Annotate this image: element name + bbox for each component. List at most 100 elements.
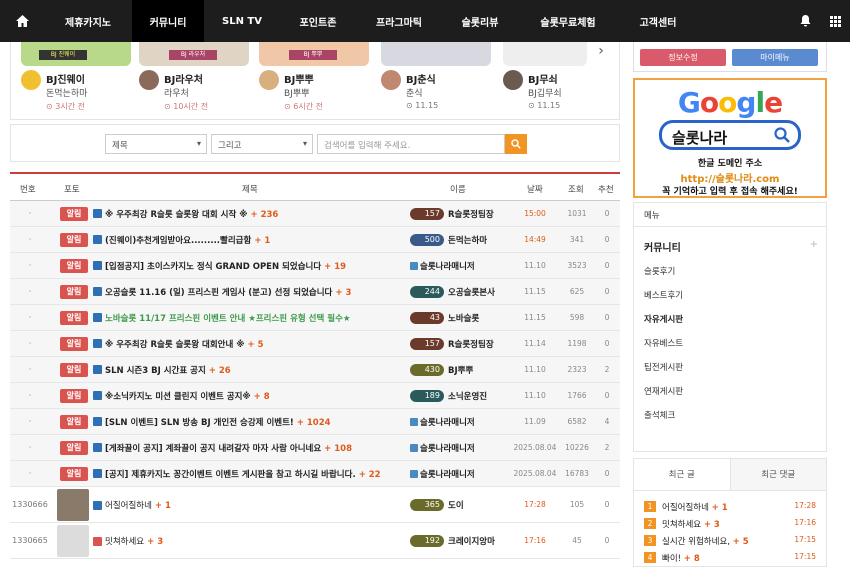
notice-marker: · [28,261,32,270]
menu-item-free-board[interactable]: 자유게시판 [634,308,826,332]
table-row[interactable]: · 알림 SLN 시즌3 BJ 시간표 공지 + 26 430 BJ뿌뿌 11.10 2323… [10,357,620,383]
post-type-icon [93,391,102,400]
search-input[interactable]: 검색어를 입력해 주세요. [317,134,505,154]
author-name[interactable]: 슬롯나라매니저 [420,468,475,480]
table-row[interactable]: · 알림 [공지] 제휴카지노 꽁간이벤트 이벤트 게시판을 참고 하시길 바랍니다… [10,461,620,487]
post-title[interactable]: [SLN 이벤트] SLN 방송 BJ 개인전 승강제 이벤트! + 1024 [105,416,331,428]
search-icon [774,127,790,143]
view-count: 105 [569,500,585,509]
nav-item-community[interactable]: 커뮤니티 [132,0,204,42]
nav-item-free-slot[interactable]: 슬롯무료체험 [518,0,618,42]
list-item[interactable]: 3 실시간 위험하네요, + 5 17:15 [634,532,826,549]
nav-item-slot-review[interactable]: 슬롯리뷰 [442,0,518,42]
bj-card[interactable]: BJ 뿌뿌 BJ뿌뿌 BJ뿌뿌 ⊙ 6시간 전 [259,42,374,118]
list-item[interactable]: 1 어질어질하네 + 1 17:28 [634,498,826,515]
post-number: 1330665 [12,536,48,545]
nav-item-pragmatic[interactable]: 프라그마틱 [356,0,442,42]
menu-item-tip-board[interactable]: 팁전게시판 [634,356,826,380]
post-title[interactable]: [입점공지] 초이스카지노 정식 GRAND OPEN 되었습니다 + 19 [105,260,346,272]
table-row[interactable]: 1330665 밋쳐하세요 + 3 192 크레이지앙마 17:16 45 0 [10,523,620,559]
author-name[interactable]: 도이 [448,499,464,511]
edit-info-button[interactable]: 정보수정 [640,49,726,66]
table-row[interactable]: · 알림 [SLN 이벤트] SLN 방송 BJ 개인전 승강제 이벤트! + 102… [10,409,620,435]
menu-item-series-board[interactable]: 연재게시판 [634,380,826,404]
menu-item-slot-review[interactable]: 슬롯후기 [634,260,826,284]
nav-right [790,0,850,42]
table-row[interactable]: · 알림 [입점공지] 초이스카지노 정식 GRAND OPEN 되었습니다 + 19… [10,253,620,279]
table-row[interactable]: · 알림 ※소닉카지노 미션 클린지 이벤트 공지※ + 8 189 소닉운영진 11.10… [10,383,620,409]
post-title[interactable]: [공지] 제휴카지노 꽁간이벤트 이벤트 게시판을 참고 하시길 바랍니다. + … [105,468,381,480]
author-name[interactable]: R슬롯정팀장 [448,208,494,220]
bj-time: ⊙ 11.15 [528,101,561,110]
search-operator-select[interactable]: 그리고 ▾ [211,134,313,154]
table-row[interactable]: · 알림 (진웨이)추천게임받아요.........빨리급함 + 1 500 돈먹는하마 1… [10,227,620,253]
nav-item-customer-center[interactable]: 고객센터 [618,0,698,42]
author-name[interactable]: 슬롯나라매니저 [420,416,475,428]
view-count: 3523 [567,261,587,270]
post-title[interactable]: [게좌끌이 공지] 계좌끌이 공지 내려갈자 마자 사람 아니네요 + 108 [105,442,352,454]
author-name[interactable]: 돈먹는하마 [448,234,487,246]
ad-line3: 꼭 기억하고 입력 후 접속 해주세요! [662,187,798,197]
table-row[interactable]: · 알림 ※ 우주최강 R슬롯 슬롯왕 대회 시작 ※ + 236 157 R슬롯정팀장 1… [10,201,620,227]
post-title[interactable]: 노바슬롯 11/17 프리스핀 이벤트 안내 ★프리스핀 유형 선택 필수★ [105,312,354,324]
post-thumbnail[interactable] [57,489,89,521]
table-row[interactable]: 1330666 어질어질하네 + 1 365 도이 17:28 105 0 [10,487,620,523]
author-name[interactable]: 슬롯나라매니저 [420,260,475,272]
post-title[interactable]: 어질어질하네 + 1 [105,499,171,511]
menu-item-attendance[interactable]: 출석체크 [634,404,826,428]
bj-card[interactable]: BJ 진웨이 BJ진웨이 돈먹는하마 ⊙ 3시간 전 [21,42,136,118]
top-nav: 제휴카지노 커뮤니티 SLN TV 포인트존 프라그마틱 슬롯리뷰 슬롯무료체험… [0,0,850,42]
menu-header: 메뉴 [634,203,826,227]
author-name[interactable]: BJ뿌뿌 [448,364,473,376]
post-thumbnail[interactable] [57,525,89,557]
post-title[interactable]: (진웨이)추천게임받아요.........빨리급함 + 1 [105,234,270,246]
tab-recent-posts[interactable]: 최근 글 [634,459,731,490]
bj-name: BJ무쇠 [528,75,558,86]
post-title[interactable]: 오공슬롯 11.16 (일) 프리스핀 게임사 (분고) 선정 되었습니다 + 3 [105,286,351,298]
list-item[interactable]: 4 빠이! + 8 17:15 [634,549,826,566]
nav-item-sln-tv[interactable]: SLN TV [204,0,280,42]
post-title[interactable]: ※ 우주최강 R슬롯 슬롯왕 대회안내 ※ + 5 [105,338,264,350]
author-name[interactable]: 슬롯나라매니저 [420,442,475,454]
post-date: 15:00 [524,209,546,218]
post-title[interactable]: ※소닉카지노 미션 클린지 이벤트 공지※ + 8 [105,390,270,402]
menu-section-community[interactable]: 커뮤니티 + [634,227,826,260]
table-row[interactable]: · 알림 [게좌끌이 공지] 계좌끌이 공지 내려갈자 마자 사람 아니네요 + 10… [10,435,620,461]
nav-item-point-zone[interactable]: 포인트존 [280,0,356,42]
post-title[interactable]: SLN 시즌3 BJ 시간표 공지 + 26 [105,364,231,376]
author-name[interactable]: 크레이지앙마 [448,535,495,547]
list-item[interactable]: 2 밋쳐하세요 + 3 17:16 [634,515,826,532]
tab-recent-comments[interactable]: 최근 댓글 [730,459,826,490]
bj-card[interactable]: BJ무쇠 BJ깁무쇠 ⊙ 11.15 [503,42,618,118]
table-row[interactable]: · 알림 노바슬롯 11/17 프리스핀 이벤트 안내 ★프리스핀 유형 선택 필수… [10,305,620,331]
plus-icon[interactable]: + [810,239,818,250]
table-row[interactable]: · 알림 오공슬롯 11.16 (일) 프리스핀 게임사 (분고) 선정 되었습니다… [10,279,620,305]
post-title[interactable]: 밋쳐하세요 + 3 [105,535,163,547]
table-row[interactable]: · 알림 ※ 우주최강 R슬롯 슬롯왕 대회안내 ※ + 5 157 R슬롯정팀장 11.1… [10,331,620,357]
author-name[interactable]: 노바슬롯 [448,312,479,324]
comment-count: + 26 [208,366,231,376]
ad-line1: 한글 도메인 주소 [697,159,763,169]
my-menu-button[interactable]: 마이메뉴 [732,49,818,66]
search-button[interactable] [505,134,527,154]
bell-icon[interactable] [790,15,820,27]
bj-card[interactable]: BJ춘식 춘식 ⊙ 11.15 [381,42,496,118]
post-title[interactable]: ※ 우주최강 R슬롯 슬롯왕 대회 시작 ※ + 236 [105,208,278,220]
post-date: 17:28 [524,500,546,509]
post-type-icon [93,235,102,244]
bj-time: ⊙ 6시간 전 [284,102,323,111]
bj-card[interactable]: BJ 라우처 BJ라우처 라우처 ⊙ 10시간 전 [139,42,254,118]
post-type-icon [93,501,102,510]
nav-item-partner-casino[interactable]: 제휴카지노 [44,0,132,42]
search-field-select[interactable]: 제목 ▾ [105,134,207,154]
domain-ad-banner[interactable]: Google 슬롯나라 한글 도메인 주소 http://슬롯나라.com 꼭 … [633,78,827,198]
menu-item-free-best[interactable]: 자유베스트 [634,332,826,356]
notice-marker: · [28,417,32,426]
author-name[interactable]: 소닉운영진 [448,390,487,402]
author-name[interactable]: 오공슬롯본사 [448,286,495,298]
author-name[interactable]: R슬롯정팀장 [448,338,494,350]
menu-item-best-review[interactable]: 베스트후기 [634,284,826,308]
home-icon[interactable] [0,0,44,42]
comment-count: + 1 [154,501,171,511]
grid-menu-icon[interactable] [820,15,850,27]
